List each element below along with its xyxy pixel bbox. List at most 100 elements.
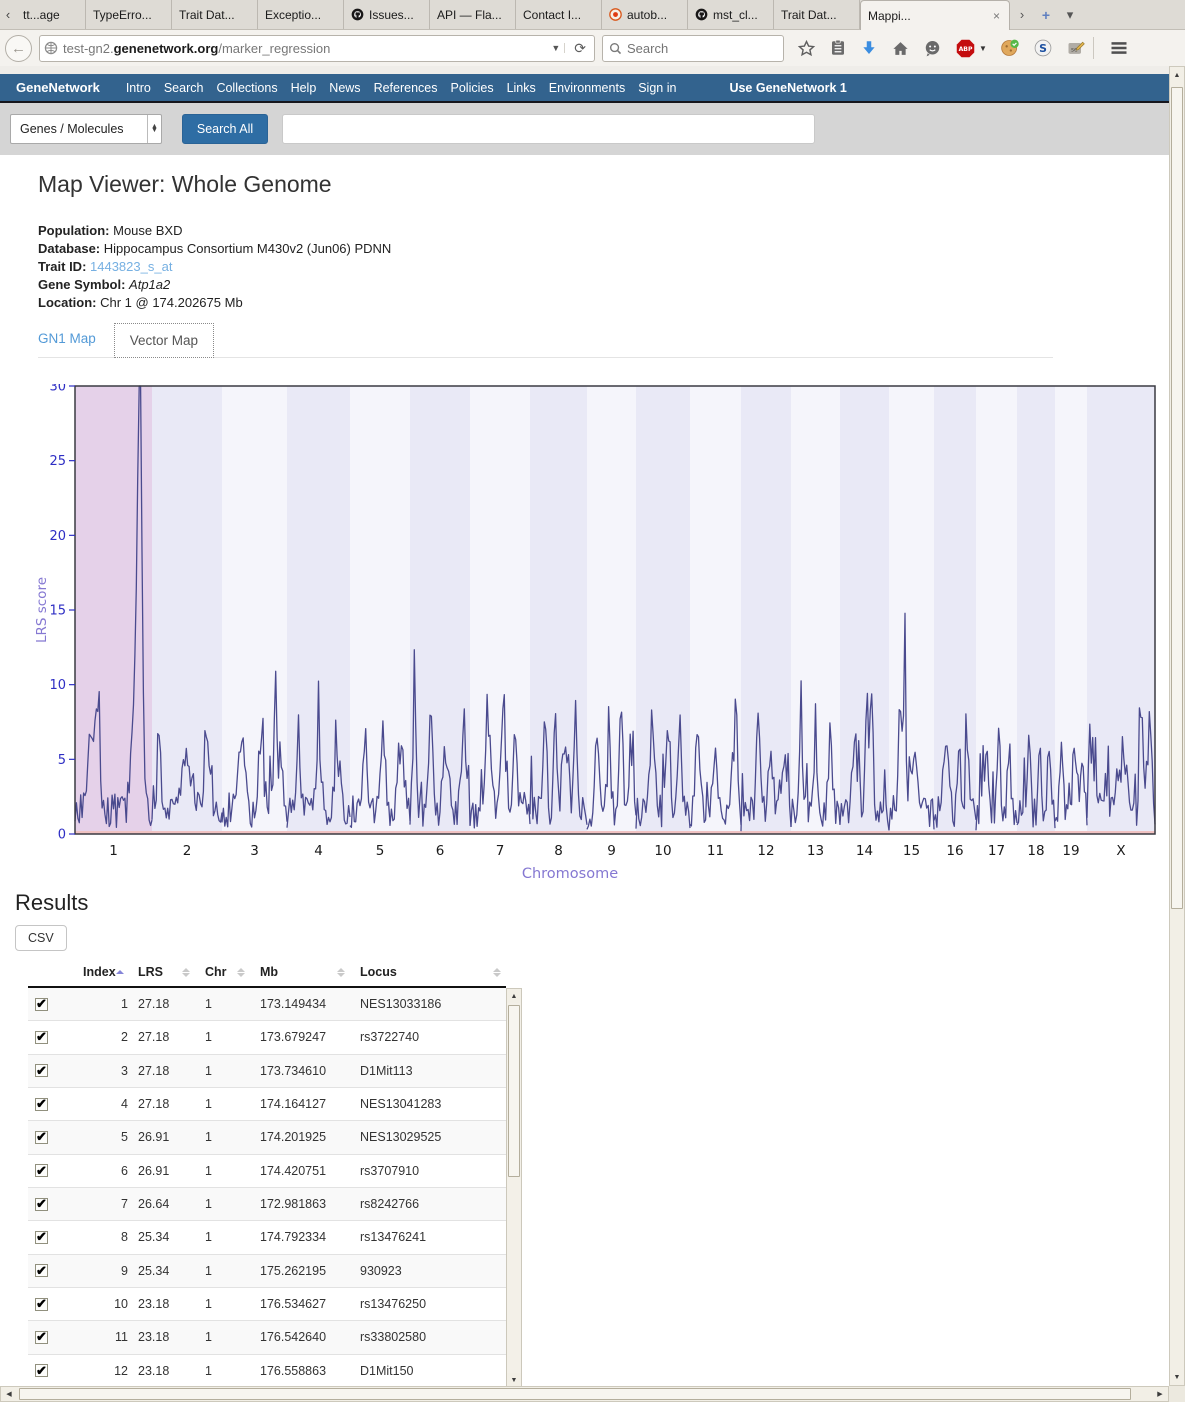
browser-tab-3[interactable]: Trait Dat... — [172, 0, 258, 29]
url-bar[interactable]: test-gn2.genenetwork.org/marker_regressi… — [39, 35, 595, 62]
reading-list-icon[interactable] — [829, 39, 847, 57]
page-scroll-down-icon[interactable]: ▼ — [1170, 1369, 1184, 1385]
nav-item-news[interactable]: News — [329, 81, 360, 95]
csv-export-button[interactable]: CSV — [15, 925, 67, 951]
nav-item-references[interactable]: References — [374, 81, 438, 95]
page-scroll-right-icon[interactable]: ▶ — [1152, 1387, 1168, 1401]
browser-tab-1[interactable]: tt...age — [16, 0, 86, 29]
browser-tab-10[interactable]: Trait Dat... — [774, 0, 860, 29]
row-checkbox[interactable]: ✔ — [35, 1231, 48, 1244]
table-scroll-up-icon[interactable]: ▲ — [507, 989, 521, 1003]
browser-search-input[interactable] — [627, 41, 757, 56]
x-tick-chr-4: 4 — [314, 843, 323, 859]
column-header-lrs[interactable]: LRS — [128, 958, 195, 986]
adblock-abp-icon[interactable]: ABP — [955, 38, 976, 59]
page-scroll-up-icon[interactable]: ▲ — [1170, 67, 1184, 83]
tab-gn1-map[interactable]: GN1 Map — [38, 331, 96, 348]
nav-item-help[interactable]: Help — [291, 81, 317, 95]
home-icon[interactable] — [891, 39, 910, 58]
row-checkbox[interactable]: ✔ — [35, 1331, 48, 1344]
cell-index: 5 — [83, 1130, 128, 1144]
column-header-locus[interactable]: Locus — [350, 958, 506, 986]
row-checkbox[interactable]: ✔ — [35, 1131, 48, 1144]
adblock-dropdown-icon[interactable]: ▼ — [979, 44, 987, 53]
bookmark-star-icon[interactable] — [797, 39, 816, 58]
nav-item-sign-in[interactable]: Sign in — [638, 81, 676, 95]
x-tick-chr-11: 11 — [707, 843, 724, 859]
table-scrollbar-thumb[interactable] — [508, 1005, 520, 1177]
select-caret-icon[interactable]: ▲▼ — [147, 115, 161, 143]
search-all-button[interactable]: Search All — [182, 114, 268, 144]
use-genenetwork1-link[interactable]: Use GeneNetwork 1 — [729, 81, 846, 95]
row-checkbox[interactable]: ✔ — [35, 1198, 48, 1211]
browser-tab-6[interactable]: API — Fla... — [430, 0, 516, 29]
back-button[interactable]: ← — [5, 35, 32, 62]
sort-arrows-icon[interactable] — [237, 968, 245, 977]
session-s-icon[interactable]: S — [1033, 38, 1053, 58]
new-tab-button[interactable]: + — [1034, 0, 1058, 29]
row-checkbox[interactable]: ✔ — [35, 1264, 48, 1277]
nav-item-policies[interactable]: Policies — [451, 81, 494, 95]
brand-genenetwork[interactable]: GeneNetwork — [16, 80, 100, 95]
page-hscrollbar-thumb[interactable] — [19, 1388, 1131, 1400]
scrapbook-edit-icon[interactable]: se — [1066, 38, 1086, 58]
table-scrollbar[interactable]: ▲ ▼ — [506, 988, 522, 1388]
chat-smiley-icon[interactable] — [923, 39, 942, 58]
tab-vector-map[interactable]: Vector Map — [114, 323, 214, 358]
browser-tab-11[interactable]: Mappi...× — [860, 0, 1010, 30]
x-tick-chr-6: 6 — [436, 843, 445, 859]
row-checkbox[interactable]: ✔ — [35, 998, 48, 1011]
sort-arrows-icon[interactable] — [493, 968, 501, 977]
y-axis-label: LRS score — [34, 577, 50, 643]
cell-chr: 1 — [195, 1264, 250, 1278]
page-horizontal-scrollbar[interactable]: ◀ ▶ — [0, 1386, 1169, 1402]
nav-item-collections[interactable]: Collections — [216, 81, 277, 95]
info-value[interactable]: 1443823_s_at — [90, 259, 172, 274]
nav-item-intro[interactable]: Intro — [126, 81, 151, 95]
downloads-icon[interactable] — [860, 39, 878, 57]
row-checkbox[interactable]: ✔ — [35, 1298, 48, 1311]
tab-overflow-icon[interactable]: › — [1010, 0, 1034, 29]
tab-close-icon[interactable]: × — [991, 9, 1002, 23]
url-text[interactable]: test-gn2.genenetwork.org/marker_regressi… — [63, 41, 542, 56]
sort-arrows-icon[interactable] — [116, 970, 124, 974]
github-icon — [351, 8, 364, 21]
browser-tab-4[interactable]: Exceptio... — [258, 0, 344, 29]
browser-tab-7[interactable]: Contact I... — [516, 0, 602, 29]
browser-tab-5[interactable]: Issues... — [344, 0, 430, 29]
row-checkbox[interactable]: ✔ — [35, 1098, 48, 1111]
cell-chr: 1 — [195, 1064, 250, 1078]
row-checkbox[interactable]: ✔ — [35, 1031, 48, 1044]
column-header-index[interactable]: Index — [83, 958, 128, 986]
nav-item-search[interactable]: Search — [164, 81, 204, 95]
tab-scroll-left-icon[interactable]: ‹ — [0, 0, 16, 29]
table-row-4: ✔427.181174.164127NES13041283 — [28, 1088, 506, 1121]
column-header-chr[interactable]: Chr — [195, 958, 250, 986]
browser-tab-2[interactable]: TypeErro... — [86, 0, 172, 29]
cell-locus: D1Mit150 — [350, 1364, 506, 1378]
browser-search-box[interactable] — [602, 35, 784, 62]
page-vertical-scrollbar[interactable]: ▲ ▼ — [1169, 66, 1185, 1386]
site-search-input[interactable] — [282, 114, 815, 144]
sort-arrows-icon[interactable] — [337, 968, 345, 977]
category-select[interactable]: Genes / Molecules ▲▼ — [10, 114, 162, 144]
browser-tab-8[interactable]: autob... — [602, 0, 688, 29]
table-row-1: ✔127.181173.149434NES13033186 — [28, 988, 506, 1021]
page-vscrollbar-thumb[interactable] — [1171, 87, 1183, 909]
row-checkbox[interactable]: ✔ — [35, 1064, 48, 1077]
row-checkbox[interactable]: ✔ — [35, 1364, 48, 1377]
page-scroll-left-icon[interactable]: ◀ — [1, 1387, 17, 1401]
nav-item-environments[interactable]: Environments — [549, 81, 625, 95]
reload-icon[interactable]: ⟳ — [570, 40, 590, 57]
sort-arrows-icon[interactable] — [182, 968, 190, 977]
row-checkbox[interactable]: ✔ — [35, 1164, 48, 1177]
tab-dropdown-icon[interactable]: ▾ — [1058, 0, 1082, 29]
column-label: Locus — [360, 965, 397, 979]
table-scroll-down-icon[interactable]: ▼ — [507, 1373, 521, 1387]
nav-item-links[interactable]: Links — [507, 81, 536, 95]
cookie-check-icon[interactable] — [1000, 38, 1020, 58]
menu-hamburger-icon[interactable] — [1109, 38, 1129, 58]
browser-tab-9[interactable]: mst_cl... — [688, 0, 774, 29]
column-header-mb[interactable]: Mb — [250, 958, 350, 986]
url-dropdown-icon[interactable]: ▼ — [547, 43, 565, 53]
